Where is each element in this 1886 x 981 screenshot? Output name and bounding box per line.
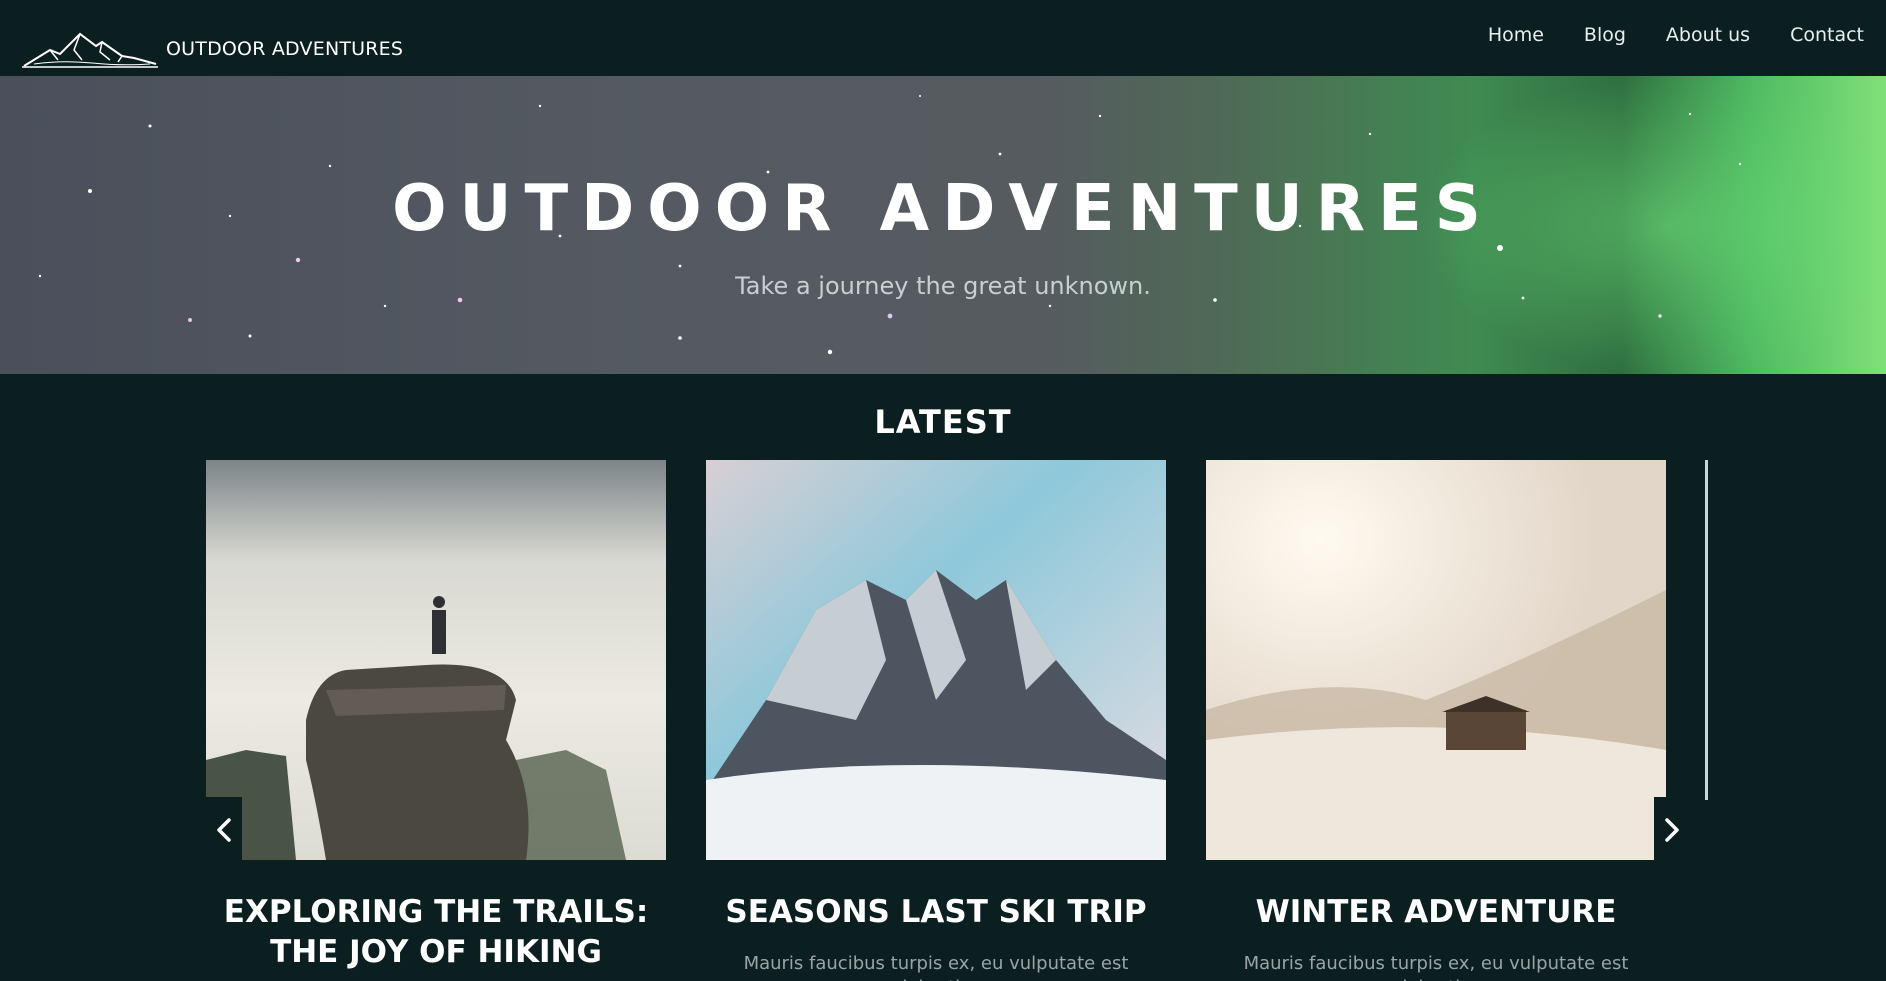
post-image-ski-trip[interactable] [706, 460, 1166, 860]
mountain-logo-icon [22, 32, 158, 68]
chevron-right-icon [1665, 818, 1679, 842]
nav-home[interactable]: Home [1488, 24, 1544, 46]
post-excerpt-winter-adventure: Mauris faucibus turpis ex, eu vulputate … [1243, 953, 1629, 981]
post-title-winter-adventure[interactable]: WINTER ADVENTURE [1206, 892, 1666, 932]
nav-blog[interactable]: Blog [1584, 24, 1626, 46]
site-header: OUTDOOR ADVENTURES Home Blog About us Co… [0, 0, 1886, 76]
hero-subtitle: Take a journey the great unknown. [735, 272, 1151, 300]
hero-title: OUTDOOR ADVENTURES [392, 172, 1494, 246]
nav-about-us[interactable]: About us [1666, 24, 1750, 46]
post-card-next-edge [1705, 460, 1708, 800]
post-card-ski-trip[interactable]: SEASONS LAST SKI TRIP Mauris faucibus tu… [706, 460, 1166, 981]
hero-banner: OUTDOOR ADVENTURES Take a journey the gr… [0, 76, 1886, 374]
carousel-next-button[interactable] [1654, 797, 1690, 863]
post-card-winter-adventure[interactable]: WINTER ADVENTURE Mauris faucibus turpis … [1206, 460, 1666, 981]
post-image-hiking[interactable] [206, 460, 666, 860]
post-title-ski-trip[interactable]: SEASONS LAST SKI TRIP [706, 892, 1166, 932]
post-card-hiking[interactable]: EXPLORING THE TRAILS: THE JOY OF HIKING [206, 460, 666, 972]
nav-contact[interactable]: Contact [1790, 24, 1864, 46]
carousel-prev-button[interactable] [206, 797, 242, 863]
post-image-winter-adventure[interactable] [1206, 460, 1666, 860]
logo[interactable]: OUTDOOR ADVENTURES [22, 30, 403, 68]
latest-heading: LATEST [874, 403, 1012, 441]
post-title-hiking[interactable]: EXPLORING THE TRAILS: THE JOY OF HIKING [206, 892, 666, 972]
post-excerpt-ski-trip: Mauris faucibus turpis ex, eu vulputate … [743, 953, 1129, 981]
chevron-left-icon [217, 818, 231, 842]
main-nav: Home Blog About us Contact [1448, 24, 1864, 46]
logo-text: OUTDOOR ADVENTURES [166, 38, 404, 60]
